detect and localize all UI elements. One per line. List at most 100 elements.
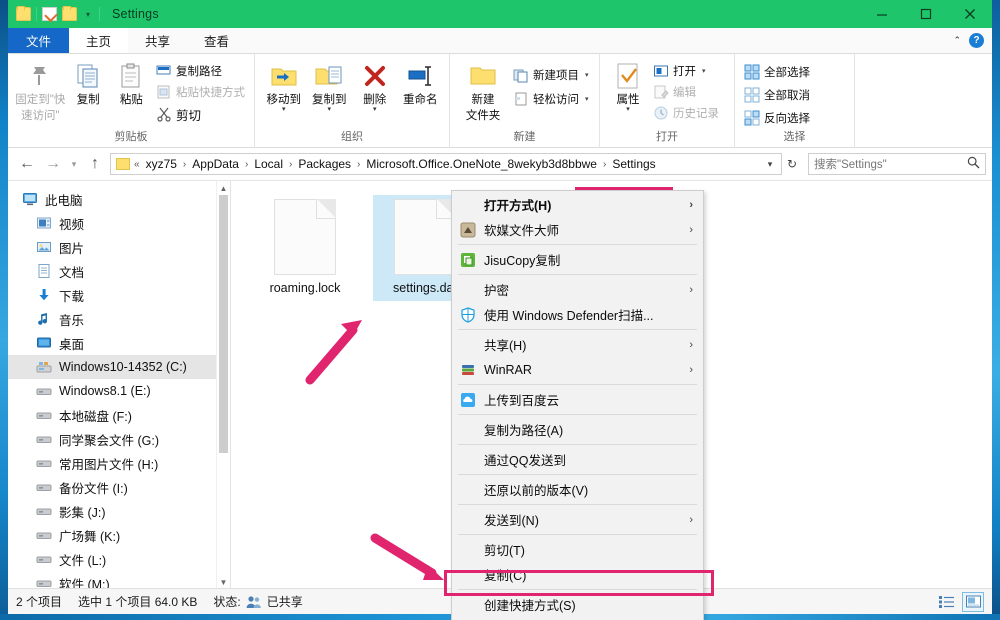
copy-path-button[interactable]: 复制路径 [153, 60, 248, 81]
menu-item-winrar[interactable]: WinRAR › [452, 357, 703, 382]
selection-label: 选中 1 个项目 64.0 KB [78, 593, 197, 610]
menu-item-open-with[interactable]: 打开方式(H) › [452, 192, 703, 217]
easy-access-caret-icon[interactable]: ▾ [585, 95, 589, 103]
breadcrumb-item-2[interactable]: Local [250, 154, 287, 174]
submenu-arrow-icon: › [689, 339, 693, 351]
details-view-icon[interactable] [936, 592, 958, 612]
menu-item-copy-as-path[interactable]: 复制为路径(A) [452, 417, 703, 442]
chevron-down-icon[interactable]: ▾ [761, 159, 779, 170]
chevron-up-icon[interactable]: ⌃ [953, 35, 961, 46]
sidebar-item-drive-f[interactable]: 本地磁盘 (F:) [8, 403, 230, 427]
breadcrumb-item-0[interactable]: xyz75 [142, 154, 181, 174]
cut-button[interactable]: 剪切 [153, 102, 248, 126]
forward-arrow-icon[interactable]: → [40, 151, 66, 177]
large-icons-view-icon[interactable] [962, 592, 984, 612]
menu-item-copy[interactable]: 复制(C) [452, 562, 703, 587]
menu-item-create-shortcut[interactable]: 创建快捷方式(S) [452, 592, 703, 617]
copy-to-caret-icon[interactable]: ▾ [327, 107, 331, 113]
copy-button[interactable]: 复制 [67, 57, 110, 107]
breadcrumb-item-5[interactable]: Settings [608, 154, 659, 174]
sidebar-item-drive-m[interactable]: 软件 (M:) [8, 571, 230, 589]
maximize-icon[interactable] [904, 0, 948, 28]
menu-item-restore-previous-versions[interactable]: 还原以前的版本(V) [452, 477, 703, 502]
copy-to-button[interactable]: 复制到 ▾ [307, 57, 353, 113]
menu-item-share[interactable]: 共享(H) › [452, 332, 703, 357]
select-all-button[interactable]: 全部选择 [741, 60, 813, 83]
back-arrow-icon[interactable]: ← [14, 151, 40, 177]
delete-caret-icon[interactable]: ▾ [373, 107, 377, 113]
menu-item-defender-scan[interactable]: 使用 Windows Defender扫描... [452, 302, 703, 327]
sidebar-item-drive-j[interactable]: 影集 (J:) [8, 499, 230, 523]
sidebar-item-drive-g[interactable]: 同学聚会文件 (G:) [8, 427, 230, 451]
paste-shortcut-button[interactable]: 粘贴快捷方式 [153, 81, 248, 102]
customize-chevron-icon[interactable]: ▾ [82, 8, 94, 20]
recent-chevron-icon[interactable]: ▾ [66, 151, 82, 177]
navigation-scrollbar[interactable]: ▲ ▼ [216, 181, 230, 589]
open-button[interactable]: 打开 ▾ [650, 60, 722, 81]
move-to-caret-icon[interactable]: ▾ [282, 107, 286, 113]
menu-item-upload-baiduyun[interactable]: 上传到百度云 [452, 387, 703, 412]
scroll-up-icon[interactable]: ▲ [217, 181, 230, 195]
address-field[interactable]: « xyz75 › AppData › Local › Packages › M… [110, 153, 782, 175]
search-icon[interactable] [967, 156, 980, 172]
sidebar-item-drive-k[interactable]: 广场舞 (K:) [8, 523, 230, 547]
sidebar-item-drive-i[interactable]: 备份文件 (I:) [8, 475, 230, 499]
delete-button[interactable]: 删除 ▾ [352, 57, 398, 113]
sidebar-item-documents[interactable]: 文档 [8, 259, 230, 283]
sidebar-label: 常用图片文件 (H:) [59, 454, 158, 473]
move-to-button[interactable]: 移动到 ▾ [261, 57, 307, 113]
breadcrumb-item-4[interactable]: Microsoft.Office.OneNote_8wekyb3d8bbwe [362, 154, 601, 174]
tab-file[interactable]: 文件 [8, 28, 69, 53]
tab-view[interactable]: 查看 [187, 28, 246, 53]
properties-caret-icon[interactable]: ▾ [626, 107, 630, 113]
sidebar-item-drive-e[interactable]: Windows8.1 (E:) [8, 379, 230, 403]
sidebar-item-drive-l[interactable]: 文件 (L:) [8, 547, 230, 571]
properties-icon[interactable] [42, 7, 57, 21]
sidebar-item-system-drive[interactable]: Windows10-14352 (C:) [8, 355, 230, 379]
scrollbar-thumb[interactable] [219, 195, 228, 453]
easy-access-icon [513, 91, 529, 107]
breadcrumb-item-3[interactable]: Packages [294, 154, 355, 174]
sidebar-item-videos[interactable]: 视频 [8, 211, 230, 235]
search-input[interactable]: 搜索"Settings" [808, 153, 986, 175]
open-caret-icon[interactable]: ▾ [702, 67, 706, 75]
new-item-caret-icon[interactable]: ▾ [585, 71, 589, 79]
breadcrumb-item-1[interactable]: AppData [188, 154, 243, 174]
rename-button[interactable]: 重命名 [398, 57, 444, 107]
menu-item-cut[interactable]: 剪切(T) [452, 537, 703, 562]
menu-item-send-via-qq[interactable]: 通过QQ发送到 [452, 447, 703, 472]
invert-selection-button[interactable]: 反向选择 [741, 106, 813, 129]
properties-button[interactable]: 属性 ▾ [606, 57, 650, 113]
menu-label: 剪切(T) [484, 540, 693, 559]
sidebar-item-drive-h[interactable]: 常用图片文件 (H:) [8, 451, 230, 475]
scroll-down-icon[interactable]: ▼ [217, 575, 230, 589]
new-folder-icon[interactable] [62, 7, 77, 21]
sidebar-item-desktop[interactable]: 桌面 [8, 331, 230, 355]
edit-button[interactable]: 编辑 [650, 81, 722, 102]
sidebar-item-music[interactable]: 音乐 [8, 307, 230, 331]
menu-item-ruanmei[interactable]: 软媒文件大师 › [452, 217, 703, 242]
menu-item-jisucopy[interactable]: JisuCopy复制 [452, 247, 703, 272]
sidebar-item-pictures[interactable]: 图片 [8, 235, 230, 259]
history-button[interactable]: 历史记录 [650, 102, 722, 123]
folder-icon[interactable] [16, 7, 31, 21]
tab-share[interactable]: 共享 [128, 28, 187, 53]
easy-access-button[interactable]: 轻松访问 ▾ [510, 87, 592, 111]
sidebar-item-this-pc[interactable]: 此电脑 [8, 187, 230, 211]
select-none-button[interactable]: 全部取消 [741, 83, 813, 106]
tab-home[interactable]: 主页 [69, 28, 128, 53]
help-icon[interactable]: ? [969, 33, 984, 48]
new-folder-button[interactable]: 新建 文件夹 [456, 57, 510, 123]
new-item-button[interactable]: 新建项目 ▾ [510, 63, 592, 87]
refresh-icon[interactable]: ↻ [782, 157, 802, 171]
menu-item-send-to[interactable]: 发送到(N) › [452, 507, 703, 532]
sidebar-item-downloads[interactable]: 下载 [8, 283, 230, 307]
paste-button[interactable]: 粘贴 [110, 57, 153, 107]
pin-to-quick-access-button[interactable]: 固定到"快 速访问" [14, 57, 67, 123]
close-icon[interactable] [948, 0, 992, 28]
menu-item-encrypt[interactable]: 护密 › [452, 277, 703, 302]
up-arrow-icon[interactable]: ↑ [82, 151, 108, 177]
menu-separator [458, 474, 697, 475]
minimize-icon[interactable] [860, 0, 904, 28]
file-item[interactable]: roaming.lock [253, 195, 357, 301]
